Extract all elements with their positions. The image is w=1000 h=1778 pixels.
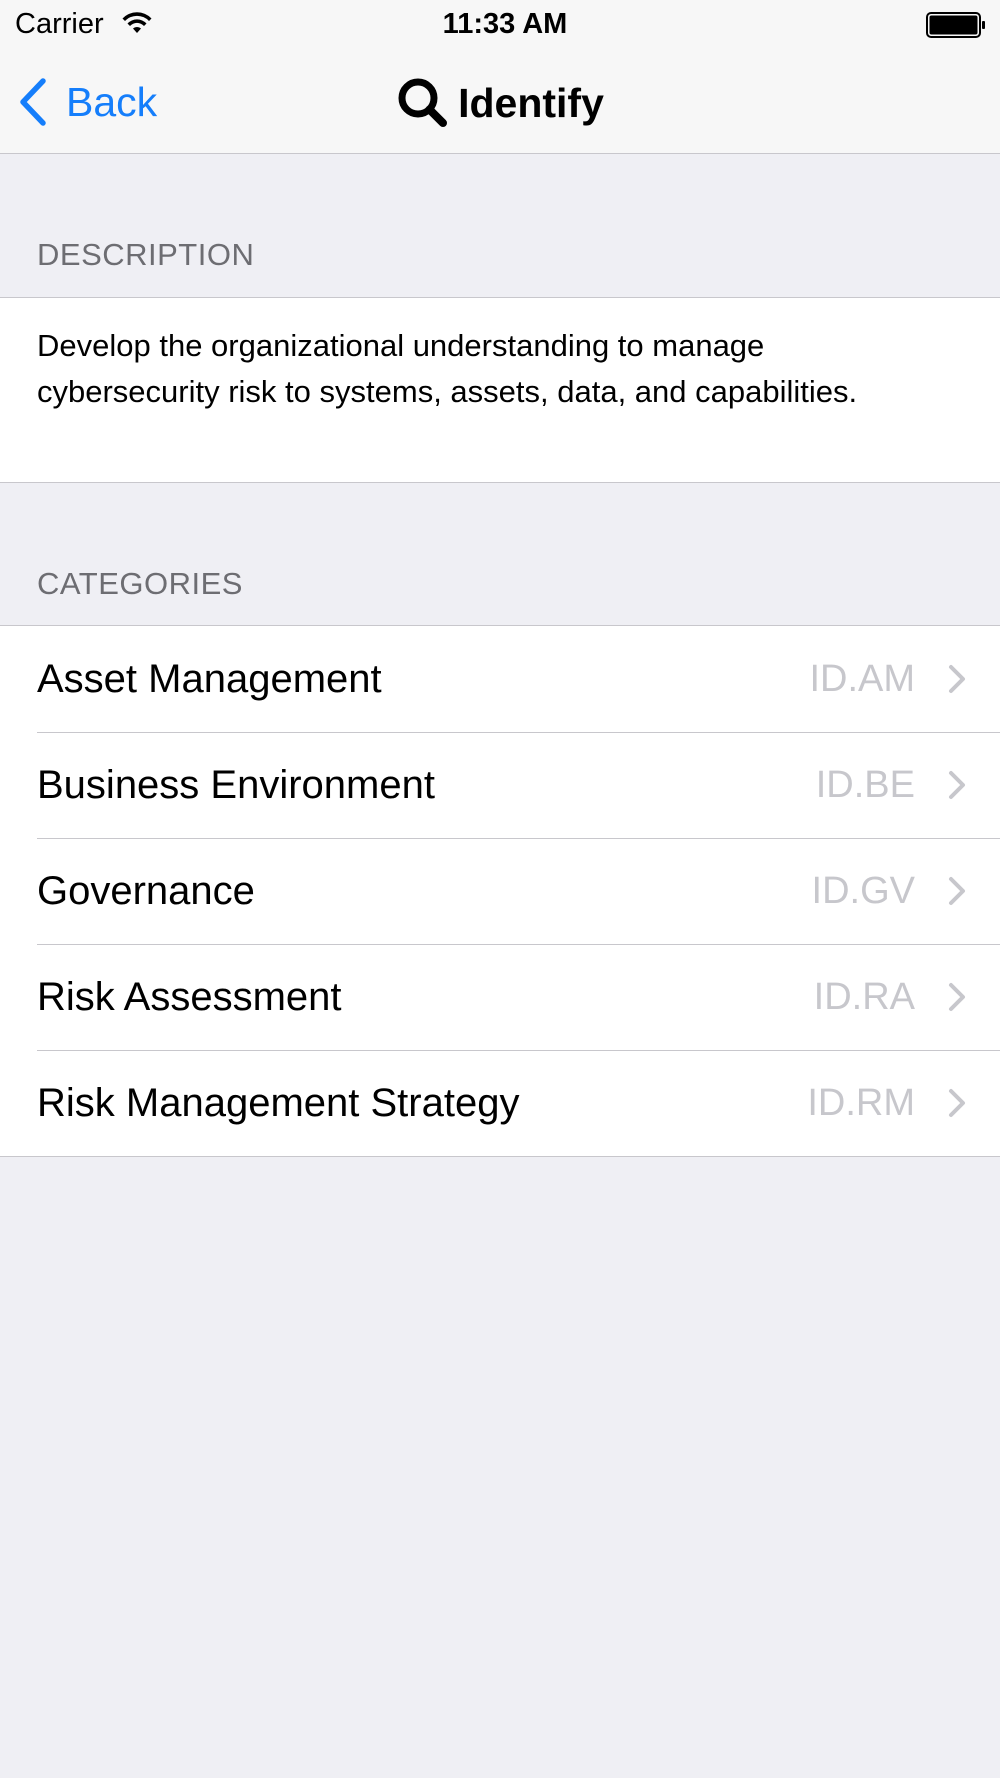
categories-section-header: CATEGORIES: [37, 566, 243, 601]
page-title: Identify: [0, 72, 1000, 134]
status-time: 11:33 AM: [442, 8, 568, 40]
category-label: Risk Management Strategy: [37, 1080, 520, 1125]
category-label: Risk Assessment: [37, 974, 342, 1019]
description-text: Develop the organizational understanding…: [37, 328, 858, 409]
chevron-right-icon: [949, 771, 965, 799]
category-label: Asset Management: [37, 656, 382, 701]
category-code: ID.RA: [813, 975, 915, 1018]
list-item[interactable]: Business Environment ID.BE: [0, 732, 1000, 838]
description-section-header: DESCRIPTION: [37, 237, 255, 272]
chevron-right-icon: [949, 1089, 965, 1117]
chevron-right-icon: [949, 877, 965, 905]
description-cell: Develop the organizational understanding…: [0, 297, 1000, 483]
status-bar: Carrier 11:33 AM: [0, 0, 1000, 52]
category-code: ID.GV: [811, 869, 915, 912]
chevron-right-icon: [949, 983, 965, 1011]
category-label: Business Environment: [37, 762, 435, 807]
category-code: ID.RM: [807, 1081, 915, 1124]
list-item[interactable]: Governance ID.GV: [0, 838, 1000, 944]
categories-list: Asset Management ID.AM Business Environm…: [0, 625, 1000, 1157]
list-item[interactable]: Asset Management ID.AM: [0, 626, 1000, 732]
navigation-bar: Back Identify: [0, 52, 1000, 154]
chevron-right-icon: [949, 665, 965, 693]
title-text: Identify: [458, 79, 604, 126]
search-icon: [398, 78, 448, 127]
list-item[interactable]: Risk Management Strategy ID.RM: [0, 1050, 1000, 1156]
category-label: Governance: [37, 868, 255, 913]
category-code: ID.BE: [815, 763, 915, 806]
category-code: ID.AM: [809, 657, 915, 700]
list-item[interactable]: Risk Assessment ID.RA: [0, 944, 1000, 1050]
battery-icon: [926, 12, 985, 38]
